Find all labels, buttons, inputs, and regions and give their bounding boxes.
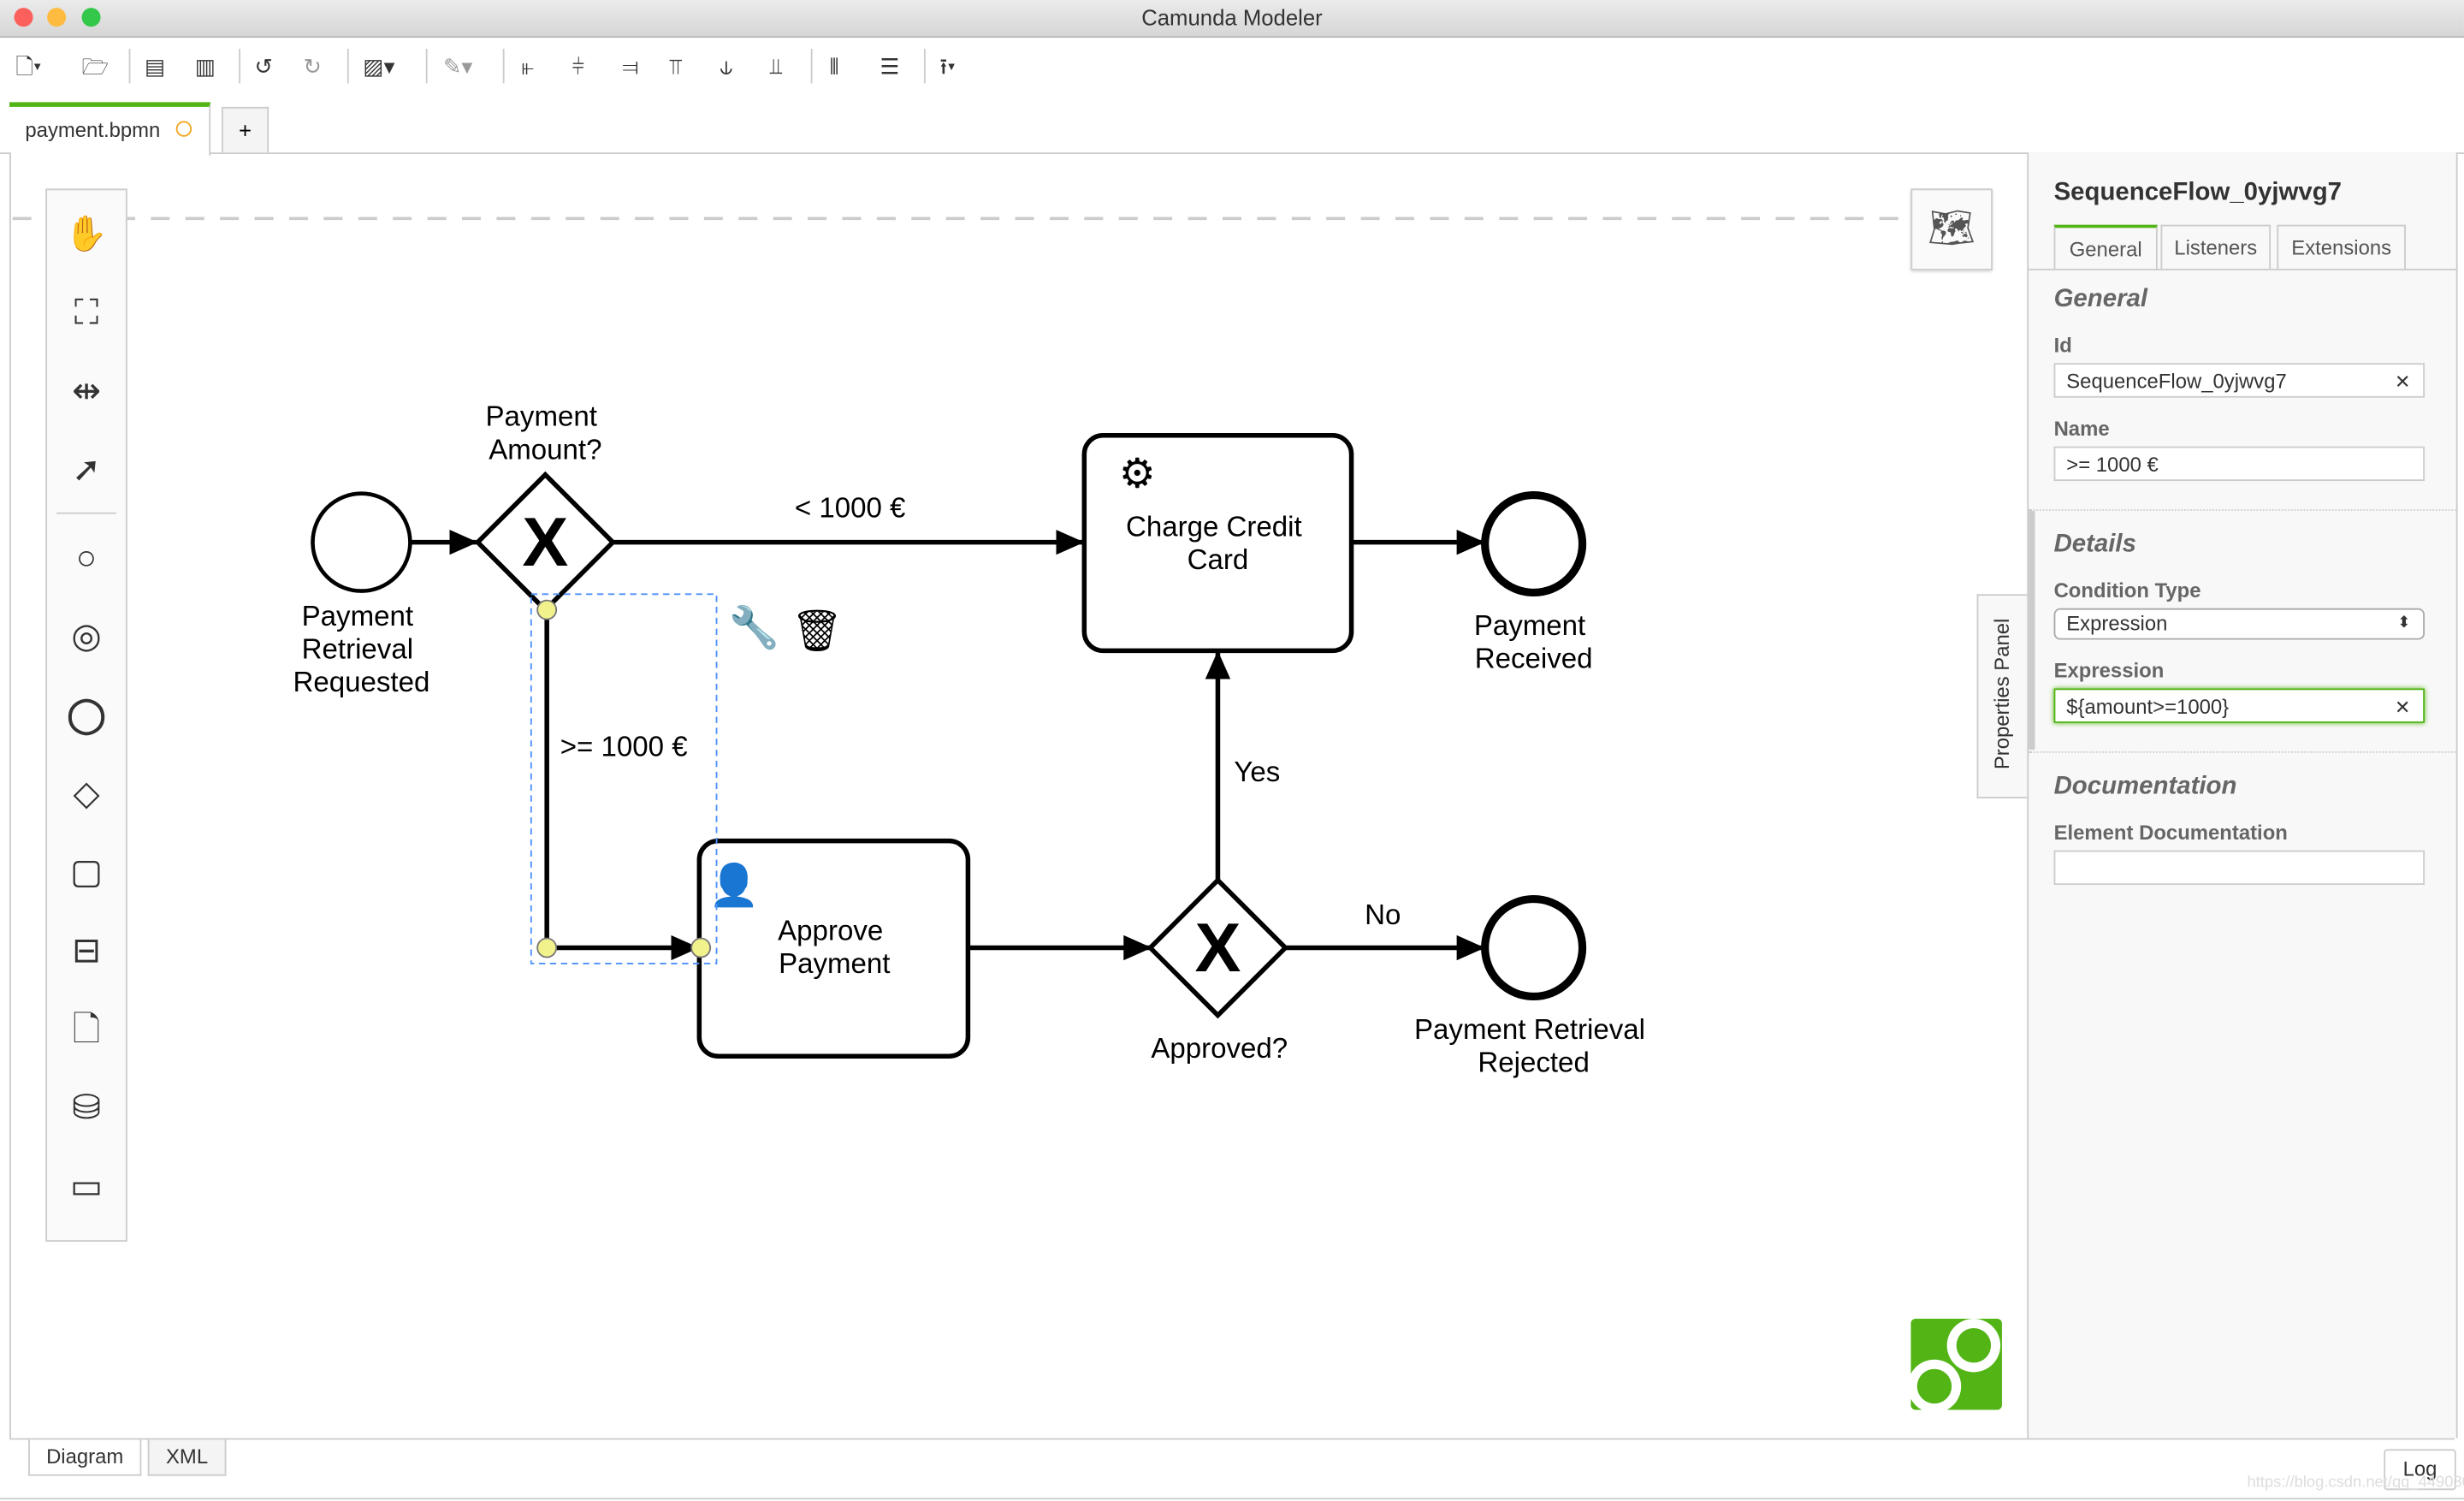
expression-value: ${amount>=1000}: [2066, 694, 2230, 719]
clear-id-icon[interactable]: ✕: [2395, 365, 2410, 399]
trash-icon[interactable]: 🗑: [791, 608, 844, 654]
lasso-tool-icon[interactable]: ⛶: [62, 288, 112, 338]
tab-extensions[interactable]: Extensions: [2277, 224, 2406, 270]
expression-input[interactable]: ${amount>=1000} ✕: [2053, 688, 2426, 724]
section-divider: [2029, 750, 2456, 753]
element-documentation-input[interactable]: [2053, 850, 2426, 886]
select-arrows-icon: ⬍: [2397, 614, 2411, 632]
end-event-icon[interactable]: ◯: [62, 690, 112, 740]
condition-type-select[interactable]: Expression ⬍: [2053, 608, 2426, 640]
name-input[interactable]: >= 1000 €: [2053, 446, 2426, 482]
tab-divider: [2029, 269, 2456, 270]
diagram-labels: Payment Amount? Payment Retrieval Reques…: [293, 401, 1654, 1079]
tab-general[interactable]: General: [2053, 224, 2158, 270]
pool-icon[interactable]: ▭: [62, 1161, 112, 1212]
bottom-divider: [9, 1438, 2455, 1440]
section-documentation: Documentation: [2053, 773, 2237, 800]
condition-type-value: Expression: [2066, 611, 2168, 636]
end-event-received[interactable]: [1481, 490, 1587, 597]
end-rejected-label: Payment Retrieval Rejected: [1414, 1014, 1653, 1079]
section-indicator: [2029, 510, 2035, 750]
subprocess-icon[interactable]: ⊟: [62, 926, 112, 976]
properties-panel: SequenceFlow_0yjwvg7 General Listeners E…: [2027, 152, 2458, 1439]
condition-type-label: Condition Type: [2053, 578, 2201, 602]
space-tool-icon[interactable]: ⇹: [62, 366, 112, 417]
bpmn-diagram[interactable]: X ⚙ 👤 X 🔧 🗑 Payment Amount? Payment Retr…: [0, 0, 2027, 1439]
exclusive-x-icon: X: [522, 504, 568, 581]
element-documentation-label: Element Documentation: [2053, 820, 2288, 845]
task-icon[interactable]: ▢: [62, 847, 112, 898]
section-general: General: [2053, 286, 2148, 313]
bendpoint-handle[interactable]: [536, 599, 558, 620]
properties-panel-toggle-label: Properties Panel: [1990, 618, 2014, 770]
service-task-gear-icon: ⚙: [1119, 451, 1156, 496]
watermark: https://blog.csdn.net/qq_44903056: [2247, 1474, 2464, 1492]
tool-palette: ✋ ⛶ ⇹ ➚ ○ ◎ ◯ ◇ ▢ ⊟ 🗋 ⛁ ▭: [45, 188, 127, 1242]
palette-divider: [56, 512, 116, 514]
flow-high-label: >= 1000 €: [560, 731, 688, 762]
selection-outline: [530, 593, 718, 964]
flow-high-amount[interactable]: [544, 609, 700, 961]
tab-xml[interactable]: XML: [147, 1439, 227, 1476]
data-object-icon[interactable]: 🗋: [62, 1005, 112, 1055]
id-input[interactable]: SequenceFlow_0yjwvg7 ✕: [2053, 363, 2426, 399]
properties-title: SequenceFlow_0yjwvg7: [2053, 179, 2343, 206]
flow-no-label: No: [1365, 899, 1401, 931]
gateway-approved-label: Approved?: [1151, 1033, 1288, 1065]
tab-diagram[interactable]: Diagram: [28, 1439, 142, 1476]
clear-expression-icon[interactable]: ✕: [2395, 690, 2410, 724]
data-store-icon[interactable]: ⛁: [62, 1083, 112, 1133]
camunda-logo-icon: [1910, 1318, 2002, 1410]
flow-low-label: < 1000 €: [795, 492, 906, 524]
expression-label: Expression: [2053, 658, 2165, 683]
tab-listeners[interactable]: Listeners: [2160, 224, 2272, 270]
end-event-rejected[interactable]: [1481, 895, 1587, 1001]
bendpoint-handle[interactable]: [690, 937, 712, 958]
gateway-amount-label: Payment Amount?: [486, 401, 606, 466]
flow-yes-label: Yes: [1234, 756, 1280, 788]
task-approve-label: Approve Payment: [778, 915, 891, 980]
exclusive-x-icon: X: [1194, 910, 1241, 987]
properties-panel-toggle[interactable]: Properties Panel: [1976, 594, 2028, 799]
end-received-label: Payment Received: [1474, 610, 1594, 675]
section-divider: [2029, 509, 2456, 511]
start-event-label: Payment Retrieval Requested: [293, 601, 430, 698]
name-label: Name: [2053, 416, 2110, 441]
start-event[interactable]: [311, 491, 412, 593]
name-value: >= 1000 €: [2066, 452, 2159, 477]
wrench-icon[interactable]: 🔧: [729, 602, 779, 650]
id-value: SequenceFlow_0yjwvg7: [2066, 369, 2287, 394]
section-details: Details: [2053, 531, 2136, 559]
minimap-toggle[interactable]: 🗺: [1910, 188, 1993, 270]
window-bottom-border: [0, 1498, 2464, 1500]
intermediate-event-icon[interactable]: ◎: [62, 611, 112, 662]
map-icon: 🗺: [1928, 207, 1976, 251]
start-event-icon[interactable]: ○: [62, 533, 112, 584]
connect-tool-icon[interactable]: ➚: [62, 445, 112, 495]
hand-tool-icon[interactable]: ✋: [62, 209, 112, 259]
bendpoint-handle[interactable]: [536, 937, 558, 958]
id-label: Id: [2053, 333, 2072, 357]
gateway-icon[interactable]: ◇: [62, 768, 112, 819]
